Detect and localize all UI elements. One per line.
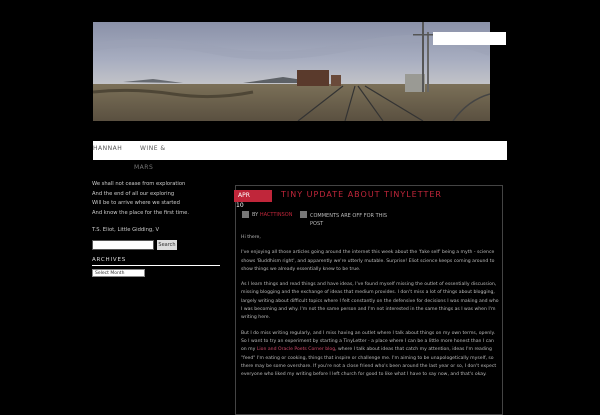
post-paragraph: As I learn things and read things and ha… [241, 282, 499, 321]
post-author: BY HACTTINSON [252, 212, 292, 218]
post-greeting: Hi there, [241, 235, 261, 240]
quote-line: And the end of all our exploring [92, 190, 175, 197]
author-icon [242, 211, 249, 218]
sidebar-search-button[interactable]: Search [157, 240, 177, 250]
main-nav: HANNAH WINE & [93, 141, 507, 160]
post-link-lion-oracle[interactable]: Lion and Oracle [257, 347, 293, 352]
sidebar-quote: We shall not cease from exploration And … [92, 180, 222, 218]
archives-divider [92, 265, 220, 266]
post-paragraph: But I do miss writing regularly, and I m… [241, 330, 501, 380]
quote-line: We shall not cease from exploration [92, 181, 186, 187]
post-date-day: 10 [236, 202, 244, 209]
header-image [93, 22, 490, 121]
post-author-link[interactable]: HACTTINSON [260, 212, 293, 218]
post-date-month: APR [234, 190, 272, 202]
comments-icon [300, 211, 307, 218]
post-body: Hi there, I've enjoying all those articl… [241, 234, 501, 386]
header-search-input[interactable] [433, 32, 506, 45]
nav-item-wine-mars-continued[interactable]: MARS [134, 164, 153, 171]
sidebar: We shall not cease from exploration And … [92, 180, 222, 236]
post-author-by: BY [252, 212, 259, 218]
nav-item-wine-mars[interactable]: WINE & [140, 145, 166, 152]
sidebar-search-input[interactable] [92, 240, 154, 250]
archives-heading: ARCHIVES [92, 257, 127, 263]
nav-item-hannah[interactable]: HANNAH [93, 145, 122, 152]
quote-attribution: T.S. Eliot, Little Gidding, V [92, 227, 160, 233]
archives-month-select[interactable]: Select Month [92, 269, 145, 277]
quote-line: Will be to arrive where we started [92, 200, 180, 206]
post-title[interactable]: TINY UPDATE ABOUT TINYLETTER [281, 190, 442, 199]
post-link-poets-corner[interactable]: Poets Corner blog [294, 347, 335, 352]
post-paragraph: I've enjoying all those articles going a… [241, 250, 495, 272]
post-comments-status: COMMENTS ARE OFF FOR THIS POST [310, 213, 388, 227]
quote-line: And know the place for the first time. [92, 209, 190, 216]
